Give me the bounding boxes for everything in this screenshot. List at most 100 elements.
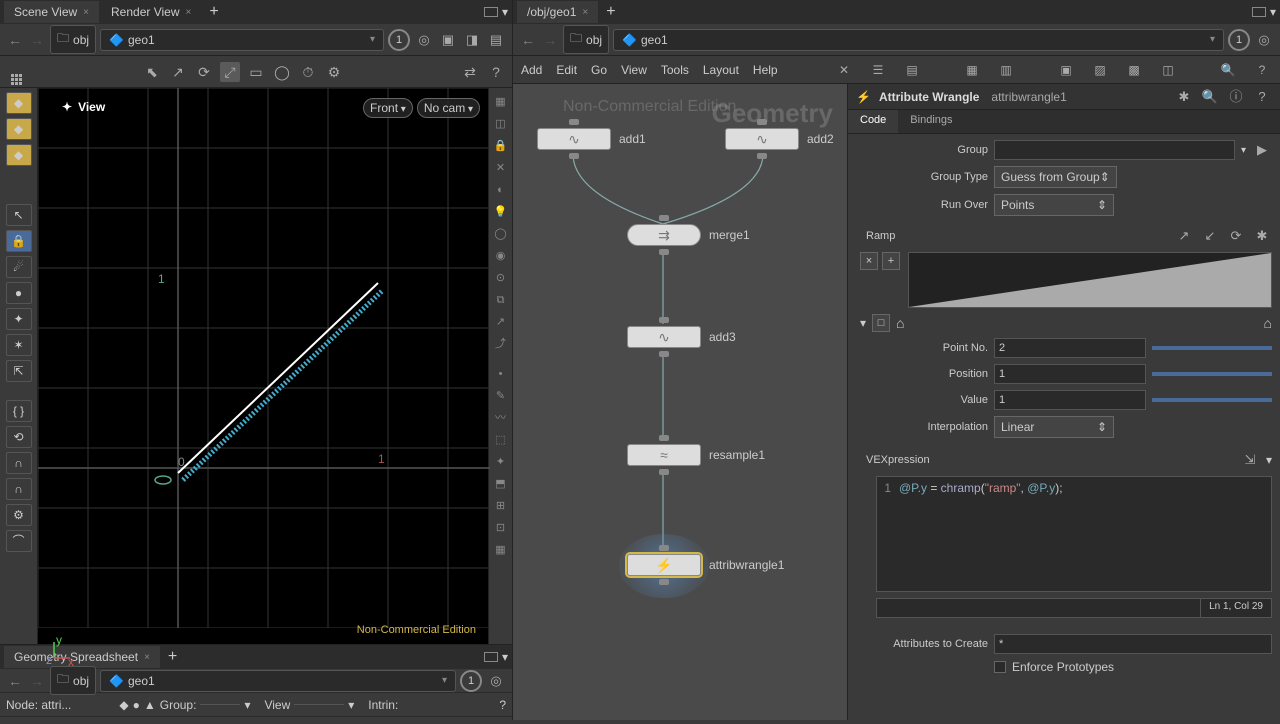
shelf-icon[interactable]: ◉ [492, 247, 510, 265]
shelf-icon[interactable]: ✦ [492, 453, 510, 471]
gear-icon[interactable]: ✱ [1174, 87, 1194, 107]
spark-icon[interactable]: ✦ [6, 308, 32, 330]
axis-icon[interactable]: ⇱ [6, 360, 32, 382]
shelf-icon[interactable]: 〰 [492, 409, 510, 427]
nocam-dropdown[interactable]: No cam ▾ [417, 98, 480, 118]
ramp-widget[interactable] [908, 252, 1272, 308]
link-icon[interactable]: ⟲ [6, 426, 32, 448]
link-icon[interactable]: ◎ [1254, 30, 1274, 50]
curve-icon[interactable]: ⌒ [6, 530, 32, 552]
sheet-icon[interactable]: ▤ [902, 60, 922, 80]
tab-render-view[interactable]: Render View× [101, 1, 201, 23]
ramp-icon[interactable]: ↙ [1200, 226, 1220, 246]
bracket-icon[interactable]: { } [6, 400, 32, 422]
nav-back-icon[interactable]: ← [6, 31, 24, 49]
nav-back-icon[interactable]: ← [6, 672, 24, 690]
rotate-icon[interactable]: ⟳ [194, 62, 214, 82]
shelf-btn[interactable]: ◆ [6, 144, 32, 166]
ramp-icon[interactable]: ⟳ [1226, 226, 1246, 246]
shelf-btn[interactable]: ◆ [6, 118, 32, 140]
select-icon[interactable]: ⬉ [142, 62, 162, 82]
shelf-icon[interactable]: ✎ [492, 387, 510, 405]
shelf-icon[interactable]: ⬚ [492, 431, 510, 449]
sticky-icon[interactable]: ▨ [1090, 60, 1110, 80]
node-resample1[interactable]: ≈ resample1 [627, 444, 765, 466]
pin-badge[interactable]: 1 [1228, 29, 1250, 51]
grid2-icon[interactable]: ▥ [996, 60, 1016, 80]
ramp-del-button[interactable]: × [860, 252, 878, 270]
menu-add[interactable]: Add [521, 63, 542, 77]
grid-icon[interactable]: ▦ [962, 60, 982, 80]
pin-badge[interactable]: 1 [388, 29, 410, 51]
add-tab-button[interactable]: + [162, 648, 183, 666]
path-geo[interactable]: 🔷 geo1▾ [100, 29, 384, 51]
collapse-icon[interactable]: ▾ [860, 316, 866, 330]
move-icon[interactable]: ↗ [168, 62, 188, 82]
shelf-icon[interactable]: ◫ [492, 115, 510, 133]
shelf-icon[interactable]: ⊞ [492, 497, 510, 515]
shelf-icon[interactable]: • [492, 365, 510, 383]
magnet-icon[interactable]: ∩ [6, 452, 32, 474]
shelf-icon[interactable]: ⬒ [492, 475, 510, 493]
shelf-icon[interactable]: ↗ [492, 313, 510, 331]
node-add3[interactable]: ∿ add3 [627, 326, 736, 348]
viewport-3d[interactable]: 1 1 0 ✦ View Front ▾ No cam ▾ Non-Commer… [38, 88, 488, 644]
link-icon[interactable]: ◎ [486, 671, 506, 691]
shelf-icon[interactable]: ✕ [492, 159, 510, 177]
scale-icon[interactable]: ⤢ [220, 62, 240, 82]
menu-tools[interactable]: Tools [661, 63, 689, 77]
star-icon[interactable]: ✶ [6, 334, 32, 356]
nav-fwd-icon[interactable]: → [28, 31, 46, 49]
pin-badge[interactable]: 1 [460, 670, 482, 692]
circle-icon[interactable]: ● [6, 282, 32, 304]
node-attribwrangle1[interactable]: ⚡ attribwrangle1 [627, 554, 784, 576]
cube-icon[interactable]: ◨ [462, 30, 482, 50]
nav-fwd-icon[interactable]: → [541, 31, 559, 49]
attrs-input[interactable] [994, 634, 1272, 654]
close-icon[interactable]: × [83, 7, 89, 18]
group-input[interactable] [994, 140, 1235, 160]
path-root[interactable]: 🗀 obj [50, 25, 96, 54]
node-add2[interactable]: ∿ add2 [725, 128, 834, 150]
nav-back-icon[interactable]: ← [519, 31, 537, 49]
shelf-icon[interactable]: ▦ [492, 541, 510, 559]
vex-expand-icon[interactable]: ⇲ [1240, 450, 1260, 470]
ramp-pt-button[interactable]: □ [872, 314, 890, 332]
menu-view[interactable]: View [621, 63, 647, 77]
camera-icon[interactable]: ▭ [246, 62, 266, 82]
stopwatch-icon[interactable]: ⏱ [298, 62, 318, 82]
person-icon[interactable]: ☄ [6, 256, 32, 278]
tab-code[interactable]: Code [848, 110, 898, 133]
vex-editor[interactable]: 1 @P.y = chramp("ramp", @P.y); [876, 476, 1272, 592]
opts-icon[interactable]: ⇄ [460, 62, 480, 82]
enforce-checkbox[interactable] [994, 661, 1006, 673]
link-icon[interactable]: ◎ [414, 30, 434, 50]
box-icon[interactable]: ▣ [438, 30, 458, 50]
help-icon[interactable]: ? [1252, 87, 1272, 107]
grouptype-select[interactable]: Guess from Group⇕ [994, 166, 1117, 188]
add-tab-button[interactable]: + [203, 3, 224, 21]
shelf-icon[interactable]: ◐ [492, 181, 510, 199]
lock-icon[interactable]: 🔒 [6, 230, 32, 252]
runover-select[interactable]: Points⇕ [994, 194, 1114, 216]
sheet-icon[interactable]: ▤ [486, 30, 506, 50]
value-slider[interactable] [1152, 398, 1272, 402]
arrow-icon[interactable]: ↖ [6, 204, 32, 226]
shelf-icon[interactable]: ▦ [492, 93, 510, 111]
light-icon[interactable]: 💡 [492, 203, 510, 221]
pane-max-icon[interactable] [1252, 7, 1266, 17]
search-icon[interactable]: 🔍 [1218, 60, 1238, 80]
nav-fwd-icon[interactable]: → [28, 672, 46, 690]
shelf-icon[interactable]: ⊙ [492, 269, 510, 287]
menu-help[interactable]: Help [753, 63, 778, 77]
search-icon[interactable]: 🔍 [1200, 87, 1220, 107]
grid-icon[interactable] [6, 62, 26, 82]
interp-select[interactable]: Linear⇕ [994, 416, 1114, 438]
menu-edit[interactable]: Edit [556, 63, 577, 77]
network-editor[interactable]: Non-Commercial Edition Geometry ∿ add1 ∿… [513, 84, 848, 720]
tab-scene-view[interactable]: Scene View× [4, 1, 99, 23]
shelf-icon[interactable]: ⊡ [492, 519, 510, 537]
lock-icon[interactable]: 🔒 [492, 137, 510, 155]
arrow-icon[interactable]: ▶ [1252, 140, 1272, 160]
pane-max-icon[interactable] [484, 652, 498, 662]
